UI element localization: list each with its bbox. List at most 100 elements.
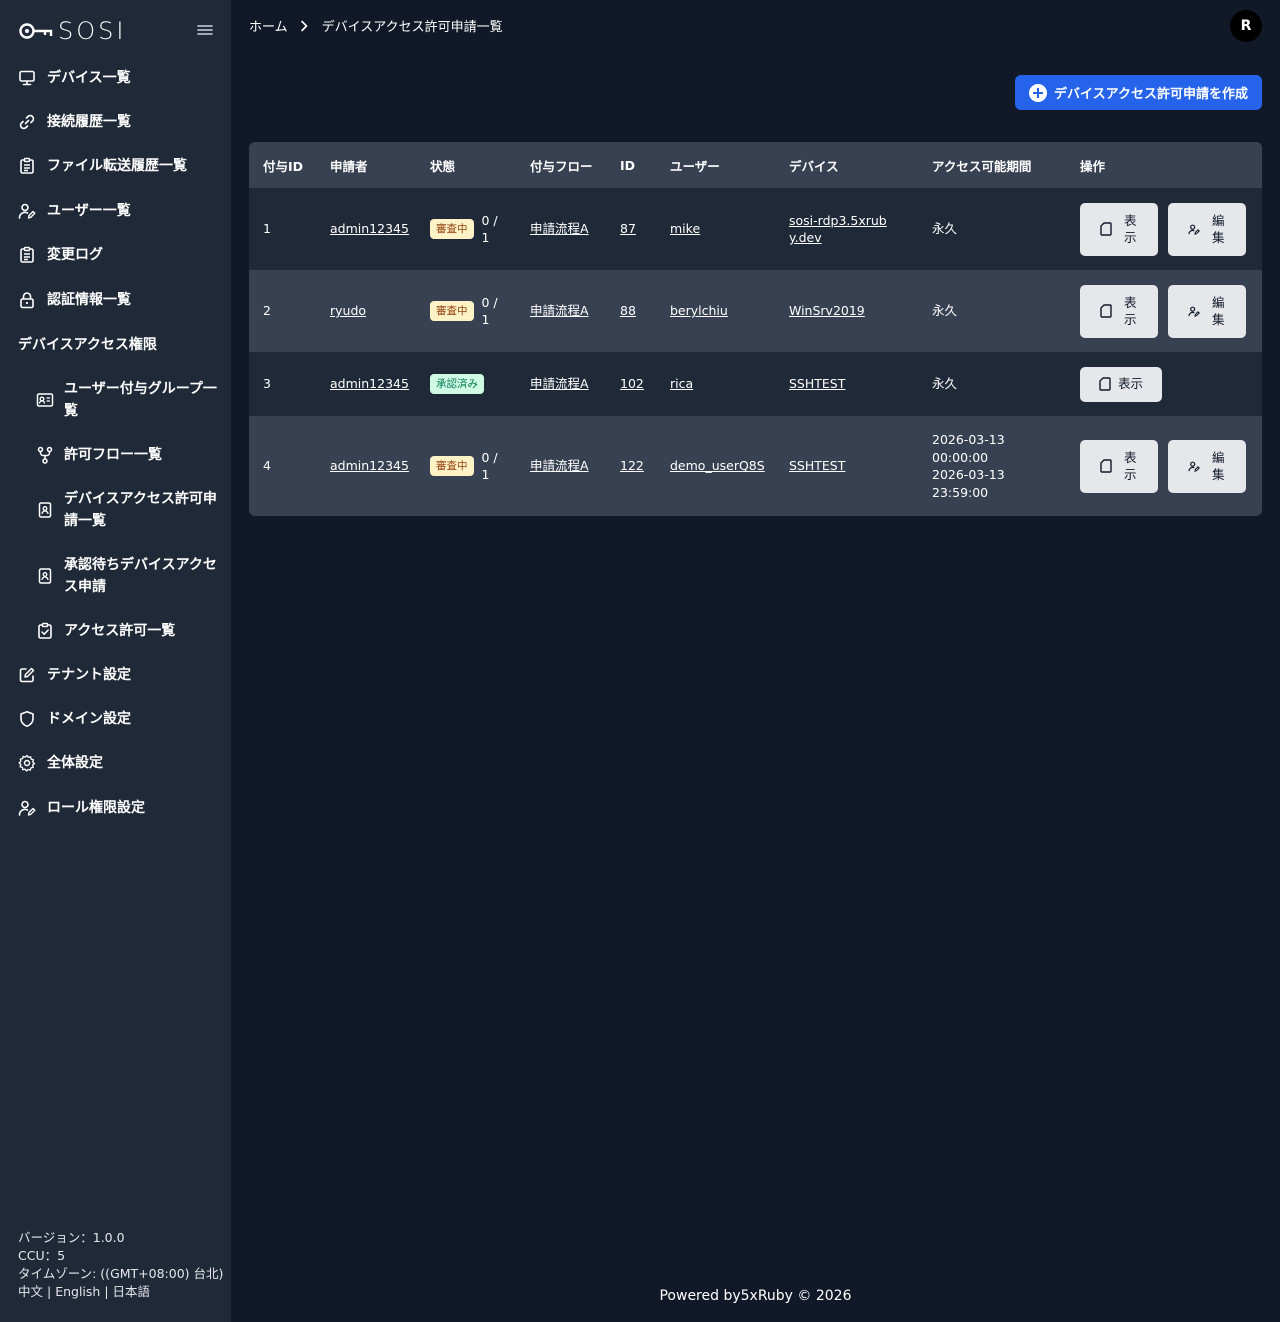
lang-en-link[interactable]: English [55,1284,100,1299]
plus-circle-icon [1029,83,1048,102]
sidebar-item-label: 接続履歴一覧 [47,114,131,130]
applicant-link[interactable]: admin12345 [330,458,409,473]
logo-text: SOSI [58,17,127,45]
column-header: デバイス [789,158,839,174]
applicant-link[interactable]: admin12345 [330,221,409,236]
key-icon [19,23,53,39]
sidebar-item-global-settings[interactable]: 全体設定 [0,752,231,774]
badge-icon [35,566,55,586]
clipboard-icon [17,156,37,176]
breadcrumb-home-link[interactable]: ホーム [249,16,288,35]
grant-id-cell: 3 [263,376,271,392]
flow-icon [35,445,55,465]
sidebar-item-pending-requests[interactable]: 承認待ちデバイスアクセス申請 [0,554,231,598]
document-icon [1099,377,1111,391]
breadcrumb: ホーム デバイスアクセス許可申請一覧 [249,16,503,35]
sidebar-item-role-settings[interactable]: ロール権限設定 [0,797,231,819]
edit-button[interactable]: 編集 [1168,439,1246,493]
sidebar-item-access-permissions[interactable]: アクセス許可一覧 [0,620,231,642]
hamburger-icon [197,25,213,35]
user-edit-icon [1188,304,1200,318]
view-button-label: 表示 [1117,376,1143,392]
timezone-text: タイムゾーン: ((GMT+08:00) 台北) [18,1266,224,1281]
edit-button-label: 編集 [1212,294,1225,328]
id-link[interactable]: 102 [620,376,644,391]
id-card-icon [35,390,55,410]
table-header-row: 付与ID 申請者 状態 付与フロー ID ユーザー デバイス アクセス可能期間 … [249,142,1262,188]
clipboard-check-icon [35,621,55,641]
edit-button-label: 編集 [1212,449,1225,483]
sidebar-item-label: ドメイン設定 [47,711,131,727]
id-link[interactable]: 122 [620,458,644,473]
id-link[interactable]: 88 [620,303,636,318]
flow-link[interactable]: 申請流程A [530,221,589,236]
shield-icon [17,709,37,729]
id-link[interactable]: 87 [620,221,636,236]
sidebar-item-label: テナント設定 [47,667,131,683]
table-row: 3 admin12345 承認済み 申請流程A 102 rica SSHTEST… [249,352,1262,416]
user-link[interactable]: berylchiu [670,303,728,318]
access-period-cell: 2026-03-13 00:00:00 2026-03-13 23:59:00 [932,432,1005,500]
sidebar-item-label: 承認待ちデバイスアクセス申請 [64,557,217,595]
device-link[interactable]: SSHTEST [789,458,845,473]
sidebar-item-file-transfer-history[interactable]: ファイル転送履歴一覧 [0,155,231,177]
app-logo[interactable]: SOSI [18,17,127,45]
column-header: 申請者 [330,158,368,174]
applicant-link[interactable]: admin12345 [330,376,409,391]
sidebar-section-device-access[interactable]: デバイスアクセス権限 [18,334,157,354]
sidebar-footer: バージョン：1.0.0 CCU：5 タイムゾーン: ((GMT+08:00) 台… [18,1229,223,1301]
column-header: ユーザー [670,158,720,174]
sidebar-item-label: デバイス一覧 [47,70,131,86]
view-button-label: 表示 [1124,449,1137,483]
lang-ja-link[interactable]: 日本語 [113,1284,151,1299]
sidebar-item-credentials[interactable]: 認証情報一覧 [0,289,231,311]
sidebar-item-users[interactable]: ユーザー一覧 [0,200,231,222]
column-header: アクセス可能期間 [932,158,1032,174]
device-link[interactable]: sosi-rdp3.5xruby.dev [789,212,889,247]
sidebar-item-domain-settings[interactable]: ドメイン設定 [0,708,231,730]
view-button[interactable]: 表示 [1080,366,1162,402]
sidebar-item-access-requests[interactable]: デバイスアクセス許可申請一覧 [0,488,231,532]
column-header: 操作 [1080,158,1106,174]
column-header: 付与ID [263,158,304,174]
view-button-label: 表示 [1124,294,1137,328]
create-access-request-button[interactable]: デバイスアクセス許可申請を作成 [1015,75,1262,110]
status-badge: 審査中 [430,456,474,476]
applicant-link[interactable]: ryudo [330,303,366,318]
sidebar-item-label: 認証情報一覧 [47,292,131,308]
sidebar-item-change-log[interactable]: 変更ログ [0,244,231,266]
link-icon [17,112,37,132]
lang-zh-link[interactable]: 中文 [18,1284,43,1299]
user-link[interactable]: demo_userQ8S [670,458,765,473]
chevron-right-icon [300,20,310,32]
edit-button[interactable]: 編集 [1168,284,1246,338]
sidebar-item-user-groups[interactable]: ユーザー付与グループ一覧 [0,378,231,422]
breadcrumb-current: デバイスアクセス許可申請一覧 [321,20,503,35]
view-button[interactable]: 表示 [1080,202,1158,256]
user-link[interactable]: rica [670,376,693,391]
view-button[interactable]: 表示 [1080,439,1158,493]
sidebar-item-tenant-settings[interactable]: テナント設定 [0,664,231,686]
grant-id-cell: 1 [263,221,271,237]
sidebar-item-devices[interactable]: デバイス一覧 [0,67,231,89]
device-link[interactable]: SSHTEST [789,376,845,391]
device-link[interactable]: WinSrv2019 [789,303,865,318]
approval-progress: 0 / 1 [481,449,498,483]
user-edit-icon [1188,222,1200,236]
edit-button[interactable]: 編集 [1168,202,1246,256]
user-avatar[interactable]: R [1230,10,1262,42]
flow-link[interactable]: 申請流程A [530,458,589,473]
sidebar-item-permission-flows[interactable]: 許可フロー一覧 [0,444,231,466]
sidebar-item-connection-history[interactable]: 接続履歴一覧 [0,111,231,133]
flow-link[interactable]: 申請流程A [530,303,589,318]
sidebar-item-label: デバイスアクセス許可申請一覧 [64,491,217,529]
user-link[interactable]: mike [670,221,700,236]
sidebar-item-label: アクセス許可一覧 [64,623,176,639]
badge-icon [35,500,55,520]
language-switcher: 中文 | English | 日本語 [18,1283,223,1301]
status-badge: 承認済み [430,374,484,394]
menu-toggle-button[interactable] [196,22,214,38]
view-button[interactable]: 表示 [1080,284,1158,338]
flow-link[interactable]: 申請流程A [530,376,589,391]
sidebar-item-label: ユーザー付与グループ一覧 [64,381,217,419]
